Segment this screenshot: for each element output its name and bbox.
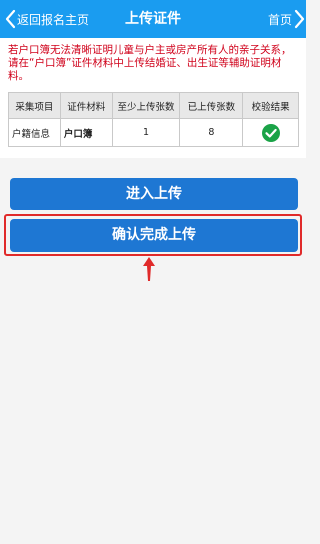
cell-material: 户口簿 [59, 118, 113, 147]
home-link[interactable]: 首页 [268, 0, 306, 38]
column-header-min-count: 至少上传张数 [111, 92, 181, 119]
upload-status-table: 采集项目 证件材料 至少上传张数 已上传张数 校验结果 户籍信息 户口簿 1 8 [8, 92, 299, 147]
arrow-up-indicator-icon [143, 257, 155, 281]
back-to-home-link[interactable]: 返回报名主页 [4, 0, 89, 38]
column-header-result: 校验结果 [242, 92, 299, 119]
chevron-right-icon [294, 9, 305, 29]
chevron-left-icon [5, 9, 16, 29]
table-row: 户籍信息 户口簿 1 8 [8, 118, 299, 147]
top-nav-bar: 返回报名主页 上传证件 首页 [0, 0, 306, 38]
check-circle-icon [261, 123, 280, 142]
home-label: 首页 [267, 12, 292, 27]
enter-upload-button[interactable]: 进入上传 [10, 178, 298, 210]
column-header-uploaded-count: 已上传张数 [179, 92, 244, 119]
column-header-material: 证件材料 [59, 92, 113, 119]
cell-min-count: 1 [111, 118, 181, 147]
back-label: 返回报名主页 [17, 12, 90, 27]
column-header-item: 采集项目 [8, 92, 61, 119]
cell-result [242, 118, 299, 147]
cell-item: 户籍信息 [8, 118, 61, 147]
notice-text: 若户口簿无法清晰证明儿童与户主或房产所有人的亲子关系，请在“户口簿”证件材料中上… [8, 44, 292, 82]
cell-uploaded-count: 8 [179, 118, 244, 147]
upload-info-panel: 若户口簿无法清晰证明儿童与户主或房产所有人的亲子关系，请在“户口簿”证件材料中上… [0, 38, 306, 158]
confirm-upload-complete-button[interactable]: 确认完成上传 [10, 219, 298, 252]
table-header-row: 采集项目 证件材料 至少上传张数 已上传张数 校验结果 [8, 92, 299, 119]
